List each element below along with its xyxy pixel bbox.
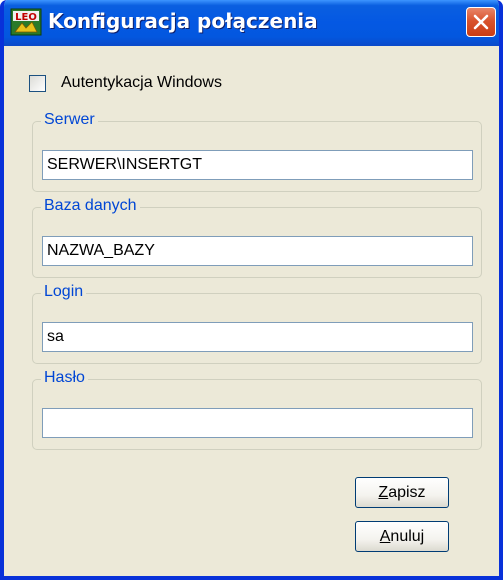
login-input[interactable] [42,322,473,352]
save-button-mnemonic: Z [378,484,389,501]
password-input[interactable] [42,408,473,438]
save-button[interactable]: Zapisz [355,477,449,508]
database-legend: Baza danych [41,197,140,215]
window-title: Konfiguracja połączenia [48,9,318,33]
server-input[interactable] [42,150,473,180]
login-group: Login [32,283,482,364]
server-group: Serwer [32,111,482,192]
windows-auth-checkbox[interactable] [29,75,46,92]
close-button[interactable] [466,7,496,37]
database-input[interactable] [42,236,473,266]
password-legend: Hasło [41,369,88,387]
cancel-button-mnemonic: A [379,528,391,545]
cancel-button-label: nuluj [390,528,425,545]
title-bar[interactable]: LEO Konfiguracja połączenia [4,0,499,46]
config-dialog: LEO Konfiguracja połączenia Autentykacja… [0,0,503,580]
app-logo-icon: LEO [10,8,42,36]
svg-text:LEO: LEO [15,12,37,23]
login-legend: Login [41,283,87,301]
server-legend: Serwer [41,111,98,129]
database-group: Baza danych [32,197,482,278]
dialog-content: Autentykacja Windows Serwer Baza danych … [4,46,499,576]
windows-auth-label[interactable]: Autentykacja Windows [61,74,222,92]
password-group: Hasło [32,369,482,450]
cancel-button[interactable]: Anuluj [355,521,449,552]
save-button-label: apisz [388,484,426,501]
